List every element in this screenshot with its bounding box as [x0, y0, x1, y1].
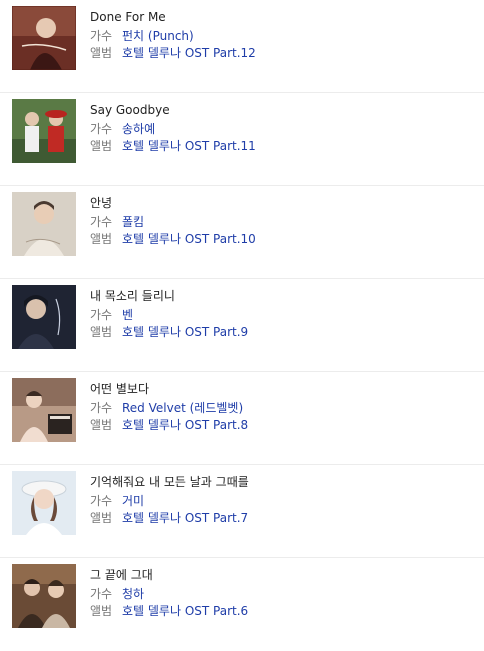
- song-title[interactable]: 그 끝에 그대: [90, 566, 153, 584]
- artist-label: 가수: [90, 215, 113, 229]
- album-cover[interactable]: [12, 471, 76, 535]
- artist-link[interactable]: 송하예: [122, 122, 155, 136]
- album-row: 앨범 호텔 델루나 OST Part.11: [90, 137, 256, 155]
- album-cover[interactable]: [12, 285, 76, 349]
- artist-label: 가수: [90, 587, 113, 601]
- artist-label: 가수: [90, 401, 113, 415]
- artist-row: 가수 벤: [90, 306, 133, 324]
- album-link[interactable]: 호텔 델루나 OST Part.12: [122, 46, 256, 60]
- song-title[interactable]: 어떤 별보다: [90, 380, 149, 398]
- song-title[interactable]: 안녕: [90, 194, 112, 212]
- album-link[interactable]: 호텔 델루나 OST Part.6: [122, 604, 248, 618]
- album-row: 앨범 호텔 델루나 OST Part.9: [90, 323, 248, 341]
- album-cover-image: [12, 471, 76, 535]
- album-cover[interactable]: [12, 192, 76, 256]
- album-cover-image: [12, 378, 76, 442]
- album-cover-image: [12, 99, 76, 163]
- artist-row: 가수 Red Velvet (레드벨벳): [90, 399, 243, 417]
- artist-link[interactable]: 펀치 (Punch): [122, 29, 194, 43]
- list-item: 어떤 별보다 가수 Red Velvet (레드벨벳) 앨범 호텔 델루나 OST …: [0, 372, 484, 465]
- album-link[interactable]: 호텔 델루나 OST Part.9: [122, 325, 248, 339]
- album-label: 앨범: [90, 46, 113, 60]
- list-item: Done For Me 가수 펀치 (Punch) 앨범 호텔 델루나 OST Pa…: [0, 0, 484, 93]
- artist-label: 가수: [90, 494, 113, 508]
- list-item: 내 목소리 들리니 가수 벤 앨범 호텔 델루나 OST Part.9: [0, 279, 484, 372]
- album-label: 앨범: [90, 232, 113, 246]
- album-cover-image: [12, 6, 76, 70]
- artist-label: 가수: [90, 122, 113, 136]
- album-label: 앨범: [90, 139, 113, 153]
- artist-link[interactable]: 벤: [122, 308, 133, 322]
- album-cover[interactable]: [12, 99, 76, 163]
- artist-label: 가수: [90, 29, 113, 43]
- album-label: 앨범: [90, 511, 113, 525]
- album-cover[interactable]: [12, 564, 76, 628]
- album-row: 앨범 호텔 델루나 OST Part.12: [90, 44, 256, 62]
- artist-link[interactable]: Red Velvet (레드벨벳): [122, 401, 243, 415]
- album-cover[interactable]: [12, 378, 76, 442]
- album-link[interactable]: 호텔 델루나 OST Part.8: [122, 418, 248, 432]
- album-label: 앨범: [90, 325, 113, 339]
- artist-row: 가수 펀치 (Punch): [90, 27, 194, 45]
- song-title[interactable]: 내 목소리 들리니: [90, 287, 175, 305]
- list-item: 안녕 가수 폴킴 앨범 호텔 델루나 OST Part.10: [0, 186, 484, 279]
- artist-row: 가수 폴킴: [90, 213, 144, 231]
- list-item: 기억해줘요 내 모든 날과 그때를 가수 거미 앨범 호텔 델루나 OST Part…: [0, 465, 484, 558]
- album-cover-image: [12, 564, 76, 628]
- album-cover-image: [12, 192, 76, 256]
- list-item: Say Goodbye 가수 송하예 앨범 호텔 델루나 OST Part.11: [0, 93, 484, 186]
- album-row: 앨범 호텔 델루나 OST Part.6: [90, 602, 248, 620]
- list-item: 그 끝에 그대 가수 청하 앨범 호텔 델루나 OST Part.6: [0, 558, 484, 651]
- artist-link[interactable]: 폴킴: [122, 215, 144, 229]
- album-label: 앨범: [90, 418, 113, 432]
- song-title[interactable]: Say Goodbye: [90, 101, 170, 119]
- album-row: 앨범 호텔 델루나 OST Part.7: [90, 509, 248, 527]
- album-link[interactable]: 호텔 델루나 OST Part.11: [122, 139, 256, 153]
- artist-link[interactable]: 청하: [122, 587, 144, 601]
- album-label: 앨범: [90, 604, 113, 618]
- album-cover[interactable]: [12, 6, 76, 70]
- artist-row: 가수 거미: [90, 492, 144, 510]
- artist-label: 가수: [90, 308, 113, 322]
- album-cover-image: [12, 285, 76, 349]
- album-row: 앨범 호텔 델루나 OST Part.8: [90, 416, 248, 434]
- artist-link[interactable]: 거미: [122, 494, 144, 508]
- artist-row: 가수 청하: [90, 585, 144, 603]
- song-title[interactable]: 기억해줘요 내 모든 날과 그때를: [90, 473, 249, 491]
- song-title[interactable]: Done For Me: [90, 8, 166, 26]
- album-link[interactable]: 호텔 델루나 OST Part.10: [122, 232, 256, 246]
- artist-row: 가수 송하예: [90, 120, 155, 138]
- album-row: 앨범 호텔 델루나 OST Part.10: [90, 230, 256, 248]
- album-link[interactable]: 호텔 델루나 OST Part.7: [122, 511, 248, 525]
